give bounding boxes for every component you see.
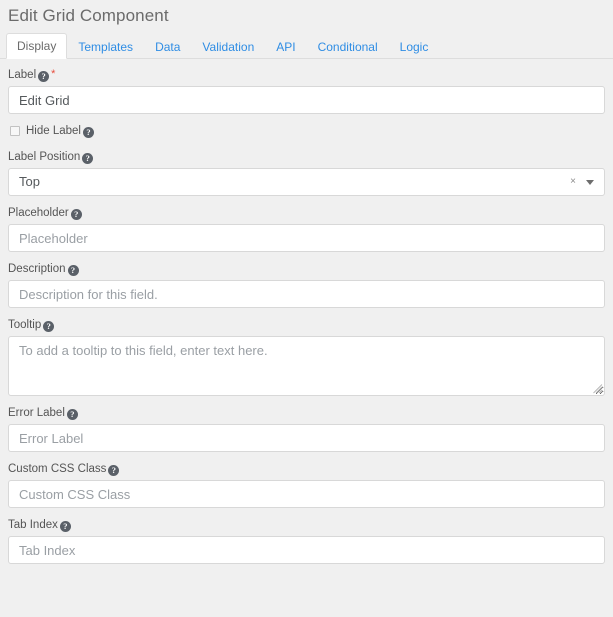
tooltip-textarea-wrapper	[8, 336, 605, 396]
tooltip-field-label: Tooltip?	[8, 318, 605, 332]
clear-selection-icon[interactable]: ×	[570, 177, 576, 187]
tab-validation[interactable]: Validation	[191, 34, 265, 59]
hide-label-text: Hide Label	[26, 125, 81, 137]
placeholder-label-text: Placeholder	[8, 207, 69, 219]
display-settings-form: Label?* Hide Label? Label Position? Top …	[0, 59, 613, 564]
tab-index-label-text: Tab Index	[8, 519, 58, 531]
error-label-label-text: Error Label	[8, 407, 65, 419]
hide-label-checkbox-label[interactable]: Hide Label?	[26, 124, 94, 138]
description-label-text: Description	[8, 263, 66, 275]
label-field-label-text: Label	[8, 69, 36, 81]
field-group-tab-index: Tab Index?	[8, 518, 605, 564]
tab-display[interactable]: Display	[6, 33, 67, 59]
help-icon[interactable]: ?	[38, 71, 49, 82]
field-group-hide-label: Hide Label?	[8, 124, 605, 138]
error-label-field-label: Error Label?	[8, 406, 605, 420]
tab-conditional[interactable]: Conditional	[307, 34, 389, 59]
field-group-custom-css-class: Custom CSS Class?	[8, 462, 605, 508]
description-input[interactable]	[8, 280, 605, 308]
hide-label-checkbox[interactable]	[10, 126, 20, 136]
label-position-selected-value: Top	[19, 169, 570, 195]
help-icon[interactable]: ?	[43, 321, 54, 332]
help-icon[interactable]: ?	[82, 153, 93, 164]
help-icon[interactable]: ?	[71, 209, 82, 220]
custom-css-class-field-label: Custom CSS Class?	[8, 462, 605, 476]
custom-css-class-label-text: Custom CSS Class	[8, 463, 106, 475]
label-field-label: Label?*	[8, 67, 605, 82]
tab-data[interactable]: Data	[144, 34, 191, 59]
edit-component-panel: Edit Grid Component Display Templates Da…	[0, 0, 613, 617]
field-group-label: Label?*	[8, 67, 605, 114]
help-icon[interactable]: ?	[67, 409, 78, 420]
page-title: Edit Grid Component	[0, 0, 613, 27]
chevron-down-icon[interactable]	[586, 180, 594, 185]
tab-index-input[interactable]	[8, 536, 605, 564]
field-group-tooltip: Tooltip?	[8, 318, 605, 396]
field-group-description: Description?	[8, 262, 605, 308]
label-input[interactable]	[8, 86, 605, 114]
field-group-label-position: Label Position? Top ×	[8, 150, 605, 196]
tab-index-field-label: Tab Index?	[8, 518, 605, 532]
tab-api[interactable]: API	[265, 34, 306, 59]
help-icon[interactable]: ?	[108, 465, 119, 476]
label-position-select[interactable]: Top ×	[8, 168, 605, 196]
required-indicator: *	[51, 68, 55, 80]
help-icon[interactable]: ?	[83, 127, 94, 138]
help-icon[interactable]: ?	[60, 521, 71, 532]
tooltip-textarea[interactable]	[8, 336, 605, 396]
tab-templates[interactable]: Templates	[67, 34, 144, 59]
placeholder-field-label: Placeholder?	[8, 206, 605, 220]
placeholder-input[interactable]	[8, 224, 605, 252]
description-field-label: Description?	[8, 262, 605, 276]
help-icon[interactable]: ?	[68, 265, 79, 276]
label-position-field-label: Label Position?	[8, 150, 605, 164]
custom-css-class-input[interactable]	[8, 480, 605, 508]
field-group-placeholder: Placeholder?	[8, 206, 605, 252]
field-group-error-label: Error Label?	[8, 406, 605, 452]
settings-tab-bar: Display Templates Data Validation API Co…	[0, 34, 613, 59]
tab-logic[interactable]: Logic	[389, 34, 440, 59]
error-label-input[interactable]	[8, 424, 605, 452]
label-position-label-text: Label Position	[8, 151, 80, 163]
tooltip-label-text: Tooltip	[8, 319, 41, 331]
